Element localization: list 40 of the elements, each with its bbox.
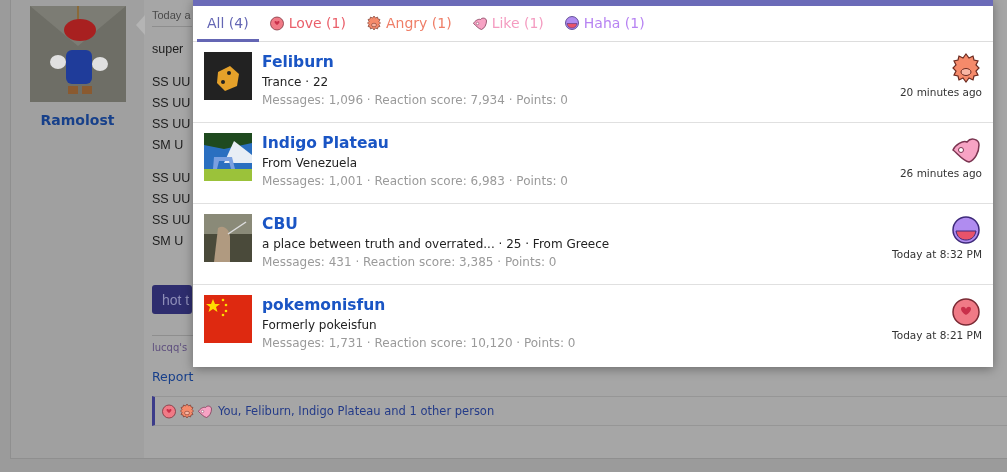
post-text: SS UU	[152, 170, 191, 187]
member-stats: Messages: 1,001 · Reaction score: 6,983 · Points: 0	[262, 173, 569, 190]
reactions-text[interactable]: You, Feliburn, Indigo Plateau and 1 other person	[218, 404, 495, 418]
round-icon	[950, 214, 982, 246]
post-text: super	[152, 41, 184, 58]
member-details: Trance · 22	[262, 74, 330, 91]
member-stats: Messages: 1,096 · Reaction score: 7,934 · Points: 0	[262, 92, 569, 109]
reactions-bar[interactable]: You, Feliburn, Indigo Plateau and 1 other person	[152, 396, 1007, 426]
post-text: SS UU	[152, 116, 191, 133]
post-text: SS UU	[152, 191, 191, 208]
member-details: Formerly pokeisfun	[262, 317, 378, 334]
member-stats: Messages: 1,731 · Reaction score: 10,120 · Points: 0	[262, 335, 577, 352]
round-icon	[563, 14, 580, 31]
reaction-time: Today at 8:21 PM	[892, 329, 982, 341]
post-text: SS UU	[152, 212, 191, 229]
post-button[interactable]: hot t	[152, 285, 193, 314]
member-name[interactable]: Feliburn	[262, 52, 334, 73]
reaction-tab[interactable]: All (4)	[197, 6, 259, 42]
post-date: Today a	[152, 0, 192, 27]
member-name[interactable]: Indigo Plateau	[262, 133, 389, 154]
heart-icon	[471, 14, 488, 31]
reaction-time: Today at 8:32 PM	[892, 248, 982, 260]
post-text: SS UU	[152, 95, 191, 112]
member-details: From Venezuela	[262, 155, 359, 172]
post-text: SM U	[152, 233, 184, 250]
reaction-tab[interactable]: Haha (1)	[553, 6, 655, 42]
report-link[interactable]: Report	[152, 369, 194, 384]
reaction-tab[interactable]: Love (1)	[258, 6, 356, 42]
post-text: SS UU	[152, 74, 191, 91]
post-text: SM U	[152, 137, 184, 154]
member-name[interactable]: CBU	[262, 214, 298, 235]
reaction-tab[interactable]: Angry (1)	[355, 6, 462, 42]
member-stats: Messages: 431 · Reaction score: 3,385 · Points: 0	[262, 254, 558, 271]
member-details: a place between truth and overrated... · 25 · From Greece	[262, 236, 611, 253]
author-name[interactable]: Ramolost	[40, 112, 115, 128]
reaction-time: 26 minutes ago	[899, 167, 982, 179]
member-name[interactable]: pokemonisfun	[262, 295, 386, 316]
heart-icon	[197, 403, 213, 419]
signature: lucqq's	[152, 342, 188, 353]
reaction-time: 20 minutes ago	[899, 86, 982, 98]
